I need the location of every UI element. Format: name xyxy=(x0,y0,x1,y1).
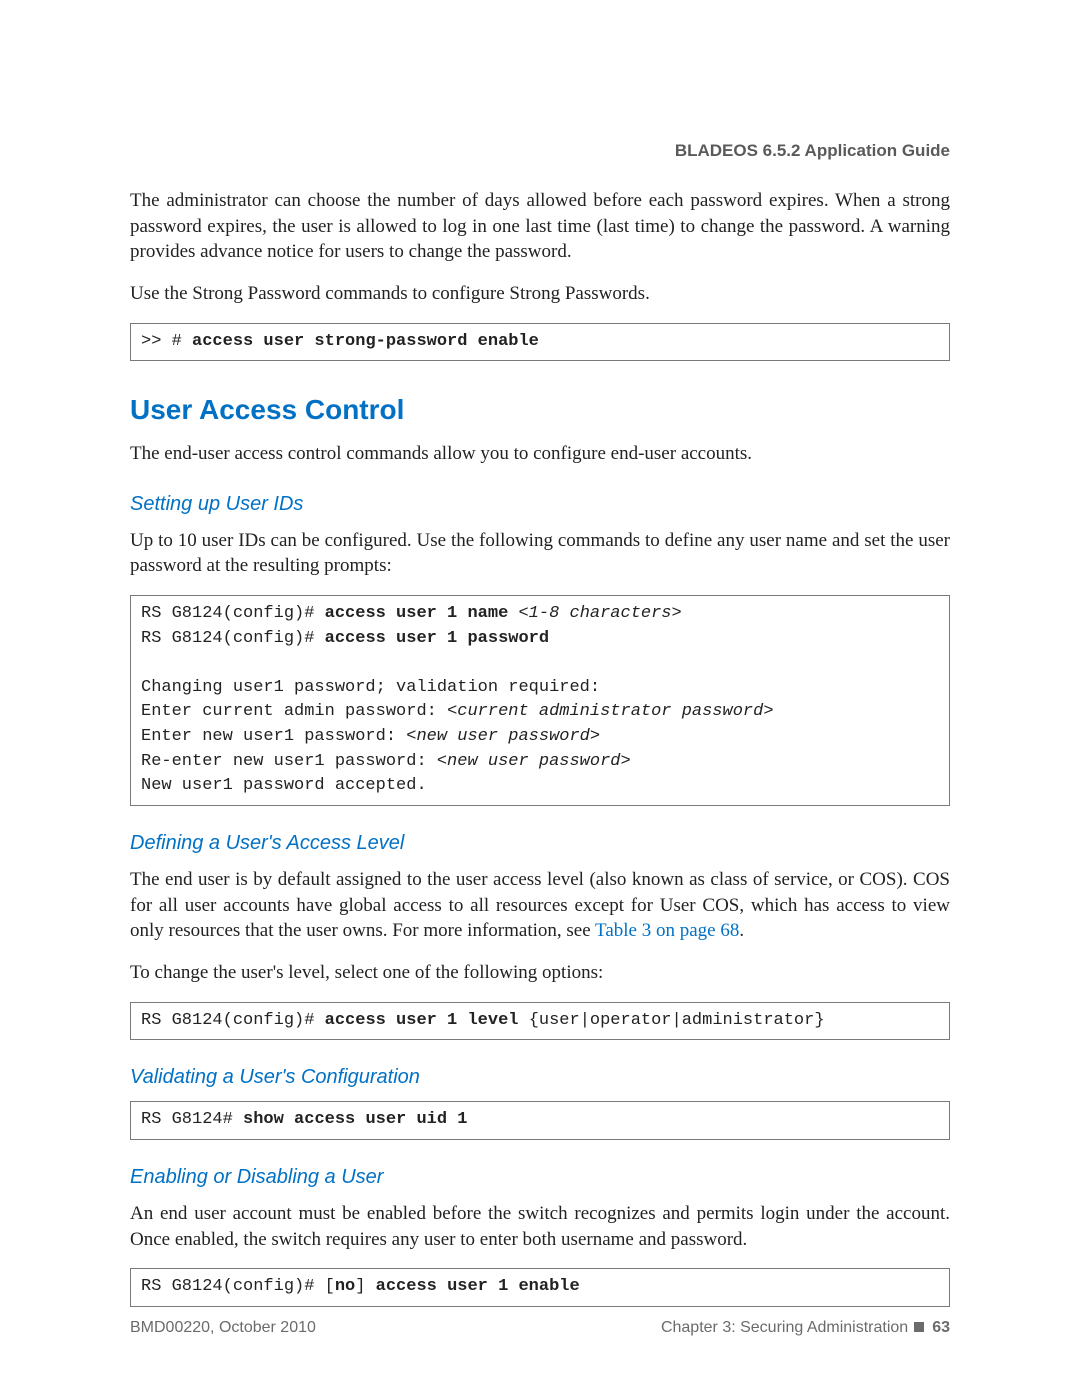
square-icon xyxy=(914,1322,924,1332)
code-text: RS G8124# xyxy=(141,1110,243,1129)
heading-validating-config: Validating a User's Configuration xyxy=(130,1064,950,1091)
code-text: Re-enter new user1 password: xyxy=(141,752,437,771)
code-param: <1-8 characters> xyxy=(518,604,681,623)
paragraph-strong-password-1: The administrator can choose the number … xyxy=(130,188,950,265)
running-header: BLADEOS 6.5.2 Application Guide xyxy=(675,140,950,163)
heading-defining-access-level: Defining a User's Access Level xyxy=(130,830,950,857)
code-command: access user 1 level xyxy=(325,1011,529,1030)
text: . xyxy=(739,920,744,941)
code-user-ids: RS G8124(config)# access user 1 name <1-… xyxy=(130,595,950,806)
code-param: <current administrator password> xyxy=(447,702,773,721)
heading-user-access-control: User Access Control xyxy=(130,391,950,429)
code-param: <new user password> xyxy=(406,727,600,746)
code-command: show access user uid 1 xyxy=(243,1110,467,1129)
heading-enable-disable-user: Enabling or Disabling a User xyxy=(130,1164,950,1191)
footer-chapter: Chapter 3: Securing Administration xyxy=(661,1317,908,1339)
paragraph-user-ids: Up to 10 user IDs can be configured. Use… xyxy=(130,528,950,579)
code-text: RS G8124(config)# xyxy=(141,629,325,648)
footer-doc-id: BMD00220, October 2010 xyxy=(130,1317,316,1339)
code-command: access user strong-password enable xyxy=(192,332,539,351)
paragraph-strong-password-2: Use the Strong Password commands to conf… xyxy=(130,281,950,307)
code-command: access user 1 enable xyxy=(376,1277,580,1296)
page-number: 63 xyxy=(932,1317,950,1339)
page: BLADEOS 6.5.2 Application Guide The admi… xyxy=(0,0,1080,1397)
code-command: access user 1 name xyxy=(325,604,519,623)
footer-right: Chapter 3: Securing Administration 63 xyxy=(661,1317,950,1339)
code-options: {user|operator|administrator} xyxy=(529,1011,825,1030)
heading-setting-up-user-ids: Setting up User IDs xyxy=(130,491,950,518)
body-content: The administrator can choose the number … xyxy=(130,188,950,1307)
code-no: no xyxy=(335,1277,355,1296)
page-footer: BMD00220, October 2010 Chapter 3: Securi… xyxy=(130,1317,950,1339)
paragraph-access-level-2: To change the user's level, select one o… xyxy=(130,960,950,986)
text: The end user is by default assigned to t… xyxy=(130,869,950,941)
code-text: RS G8124(config)# xyxy=(141,1011,325,1030)
code-command: access user 1 password xyxy=(325,629,549,648)
code-param: <new user password> xyxy=(437,752,631,771)
code-enable-user: RS G8124(config)# [no] access user 1 ena… xyxy=(130,1268,950,1307)
code-text: Changing user1 password; validation requ… xyxy=(141,678,600,697)
code-text: New user1 password accepted. xyxy=(141,776,427,795)
link-table-3[interactable]: Table 3 on page 68 xyxy=(595,920,739,941)
code-prompt: >> # xyxy=(141,332,192,351)
code-strong-password-enable: >> # access user strong-password enable xyxy=(130,323,950,362)
code-text: RS G8124(config)# xyxy=(141,604,325,623)
code-show-access-user: RS G8124# show access user uid 1 xyxy=(130,1101,950,1140)
paragraph-enable-disable: An end user account must be enabled befo… xyxy=(130,1201,950,1252)
code-text: ] xyxy=(355,1277,375,1296)
code-text: Enter current admin password: xyxy=(141,702,447,721)
code-access-level: RS G8124(config)# access user 1 level {u… xyxy=(130,1002,950,1041)
code-text: RS G8124(config)# [ xyxy=(141,1277,335,1296)
paragraph-access-level-1: The end user is by default assigned to t… xyxy=(130,867,950,944)
paragraph-uac-intro: The end-user access control commands all… xyxy=(130,441,950,467)
code-text: Enter new user1 password: xyxy=(141,727,406,746)
